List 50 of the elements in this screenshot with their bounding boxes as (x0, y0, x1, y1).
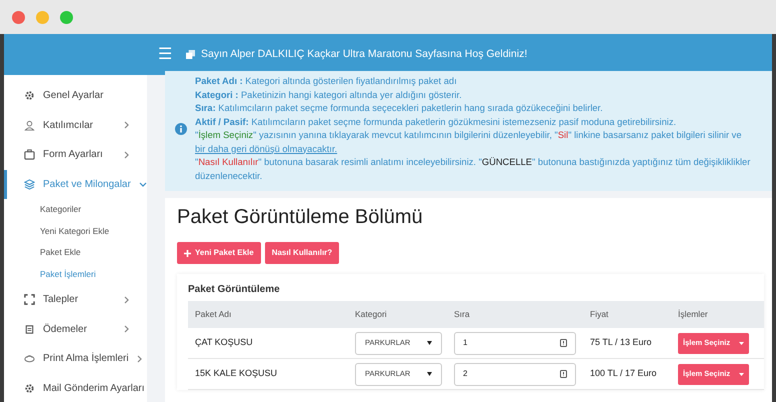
sidebar-item[interactable]: Katılımcılar (4, 110, 147, 140)
sidebar-item[interactable]: Form Ayarları (4, 140, 147, 170)
info-text: Aktif / Pasif: Katılımcıların paket seçme formunda paketlerin gözükmesini istemezseniz pasif moduna getirebilirsiniz. (195, 116, 678, 129)
sidebar-item[interactable]: Talepler (4, 285, 147, 314)
column-header: Sıra (453, 308, 471, 321)
column-header: İşlemler (677, 308, 709, 321)
info-text: "Nasıl Kullanılır" butonuna basarak resimli anlatımı inceleyebilirsiniz. "GÜNCELLE" butonuna bastığınızda yaptığınız tüm değişikliklikler düzenlenecektir. (195, 156, 752, 182)
frame-icon (24, 294, 35, 306)
minimize-icon[interactable] (36, 10, 49, 24)
column-header: Kategori (354, 308, 388, 321)
caret-icon (739, 372, 744, 376)
sidebar-item[interactable]: Mail Gönderim Ayarları (4, 374, 147, 402)
maximize-icon[interactable] (60, 10, 73, 24)
info-icon (175, 123, 187, 135)
price-text: 100 TL / 17 Euro (590, 367, 657, 380)
close-icon[interactable] (12, 10, 25, 24)
column-header: Paket Adı (194, 308, 232, 321)
sidebar-item[interactable]: Ödemeler (4, 314, 147, 344)
submenu-item[interactable]: Paket Ekle (4, 242, 147, 264)
dropdown-arrow-icon (427, 372, 432, 376)
info-text: Kategori : Paketinizin hangi kategori altında yer aldığını gösterir. (195, 88, 463, 102)
order-input[interactable]: 1 (454, 332, 576, 354)
copy-icon (186, 50, 195, 59)
submenu-item[interactable]: Yeni Kategori Ekle (4, 220, 147, 242)
add-package-button[interactable]: Yeni Paket Ekle (177, 242, 261, 264)
info-text: "İşlem Seçiniz" yazısının yanına tıklayarak mevcut katılımcının bilgilerini düzenleyebilir, "Sil" linkine basarsanız paket bilgileri silinir ve bir daha geri dönüşü olmayacaktır. (195, 129, 742, 156)
caret-icon (739, 342, 744, 344)
sidebar-item[interactable]: Print Alma İşlemleri (4, 344, 147, 374)
column-header: Fiyat (589, 308, 610, 321)
info-text: Paket Adı : Kategori altında gösterilen fiyatlandırılmış paket adı (195, 75, 458, 88)
help-button[interactable]: Nasıl Kullanılır? (264, 242, 340, 264)
welcome-text: Sayın Alper DALKILIÇ Kaçkar Ultra Maratonu Sayfasına Hoş Geldiniz! (201, 46, 528, 62)
order-input[interactable]: 2 (454, 362, 576, 386)
sidebar-item[interactable]: Genel Ayarlar (4, 81, 147, 110)
package-name: 15K KALE KOŞUSU (195, 367, 278, 380)
page-title: Paket Görüntüleme Bölümü (177, 205, 424, 230)
table-title: Paket Görüntüleme (188, 283, 281, 297)
receipt-icon (24, 324, 35, 335)
gear-icon (24, 382, 35, 394)
plus-icon (184, 250, 191, 256)
submenu-item[interactable]: Paket İşlemleri (4, 264, 147, 285)
submenu-item[interactable]: Kategoriler (4, 199, 147, 220)
package-name: ÇAT KOŞUSU (195, 336, 253, 350)
gear-icon (24, 90, 35, 102)
dropdown-arrow-icon (427, 341, 432, 345)
user-icon (24, 120, 35, 131)
clipboard-icon (24, 149, 35, 160)
layers-icon (24, 178, 35, 190)
info-text: Sıra: Katılımcıların paket seçme formunda seçecekleri paketlerin hang sırada gözükeceğini belirler. (195, 102, 604, 115)
price-text: 75 TL / 13 Euro (590, 336, 652, 350)
